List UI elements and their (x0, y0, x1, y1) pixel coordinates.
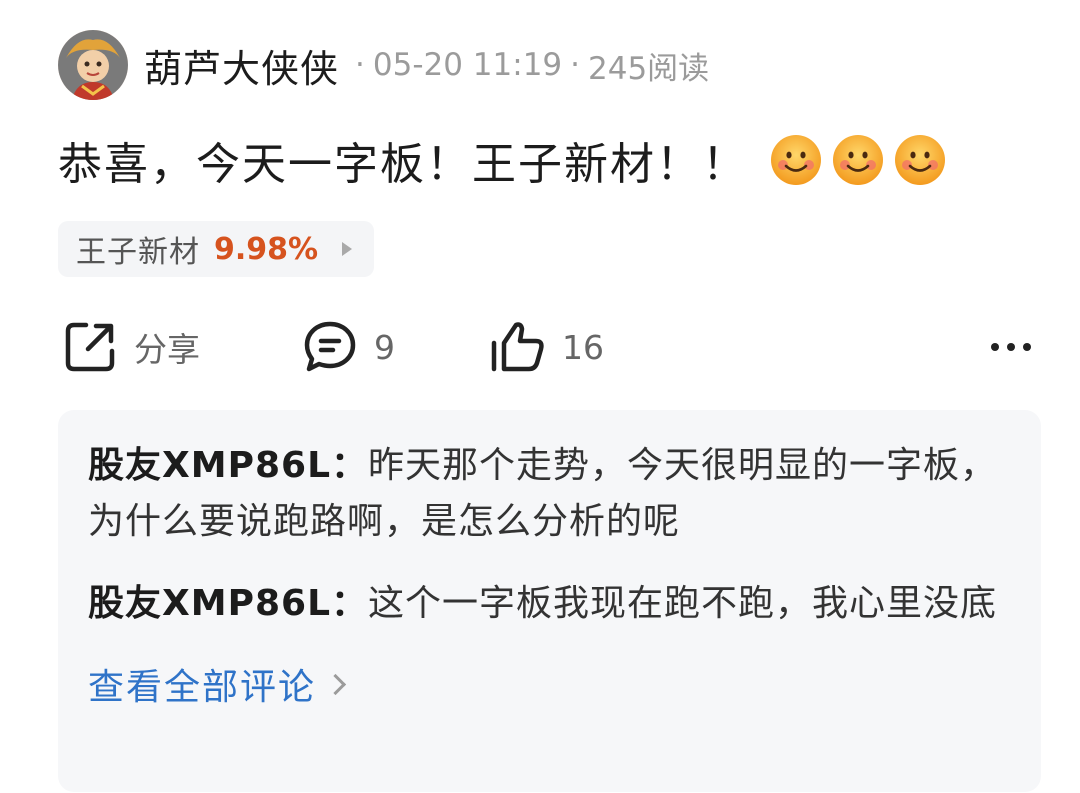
comment-separator: ： (331, 583, 369, 624)
comment-preview-box: 股友XMP86L：昨天那个走势，今天很明显的一字板，为什么要说跑路啊，是怎么分析… (58, 410, 1041, 792)
share-label: 分享 (134, 330, 200, 369)
smile-emoji-icon (833, 135, 883, 185)
post-timestamp: 05-20 11:19 (372, 47, 563, 83)
comment-button[interactable]: 9 (302, 318, 395, 376)
smile-emoji-icon (895, 135, 945, 185)
comment-count: 9 (374, 327, 395, 367)
meta-separator: · (355, 47, 365, 83)
thumbs-up-icon (491, 322, 544, 372)
share-button[interactable]: 分享 (62, 318, 200, 376)
stock-tag[interactable]: 王子新材 9.98% (58, 221, 374, 277)
avatar[interactable] (58, 30, 128, 100)
comment-text: 这个一字板我现在跑不跑，我心里没底 (368, 583, 998, 624)
post-header: 葫芦大侠侠 · 05-20 11:19 · 245阅读 (58, 30, 709, 100)
comment-user[interactable]: 股友XMP86L (88, 445, 331, 486)
comment-item[interactable]: 股友XMP86L：这个一字板我现在跑不跑，我心里没底 (88, 576, 1011, 632)
comment-user[interactable]: 股友XMP86L (88, 583, 331, 624)
comment-icon (304, 321, 356, 372)
read-count: 245阅读 (588, 50, 710, 87)
stock-change: 9.98% (214, 231, 319, 267)
stock-name: 王子新材 (76, 235, 200, 270)
post-content: 恭喜，今天一字板！王子新材！！ (58, 128, 946, 192)
view-all-comments-label: 查看全部评论 (88, 667, 317, 708)
author-name[interactable]: 葫芦大侠侠 (144, 38, 339, 93)
smile-emoji-icon (771, 135, 821, 185)
view-all-comments-link[interactable]: 查看全部评论 (88, 658, 1011, 710)
share-icon (65, 322, 115, 372)
meta-separator: · (570, 47, 581, 83)
comment-item[interactable]: 股友XMP86L：昨天那个走势，今天很明显的一字板，为什么要说跑路啊，是怎么分析… (88, 438, 1011, 550)
more-dots-icon (991, 343, 1031, 351)
like-count: 16 (562, 327, 604, 367)
post-meta: · 05-20 11:19 · 245阅读 (347, 43, 709, 88)
play-arrow-icon (342, 242, 353, 256)
chevron-right-icon (324, 673, 347, 695)
emoji-group (770, 134, 946, 186)
post-text: 恭喜，今天一字板！王子新材！！ (58, 139, 748, 190)
like-button[interactable]: 16 (490, 318, 604, 376)
comment-separator: ： (331, 445, 369, 486)
avatar-image (58, 30, 128, 100)
more-button[interactable] (988, 330, 1034, 364)
